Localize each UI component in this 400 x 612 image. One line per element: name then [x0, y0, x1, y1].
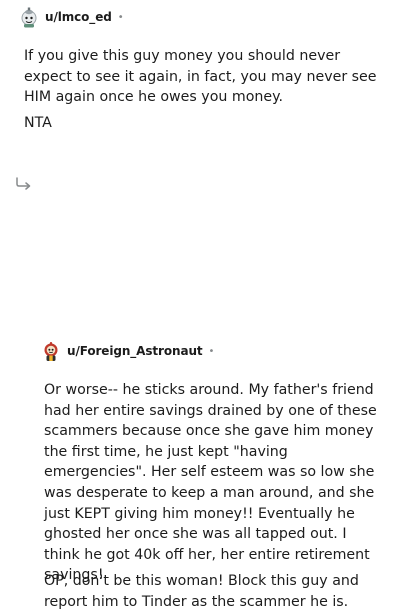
snoo-avatar-icon[interactable]: [18, 6, 40, 28]
reply-arrow-icon: [16, 177, 31, 190]
separator-dot: •: [208, 345, 215, 357]
comment-header: u/lmco_ed •: [18, 5, 124, 29]
comment-paragraph: OP, don't be this woman! Block this guy …: [44, 573, 359, 610]
comment-paragraph: Or worse-- he sticks around. My father's…: [44, 382, 377, 584]
comment-paragraph: If you give this guy money you should ne…: [24, 48, 377, 106]
comment-paragraph: NTA: [24, 115, 52, 131]
username-link[interactable]: u/lmco_ed: [45, 10, 112, 24]
comment-header: u/Foreign_Astronaut •: [40, 339, 214, 363]
separator-dot: •: [117, 11, 124, 23]
snoo-avatar-icon[interactable]: [40, 340, 62, 362]
username-link[interactable]: u/Foreign_Astronaut: [67, 344, 203, 358]
